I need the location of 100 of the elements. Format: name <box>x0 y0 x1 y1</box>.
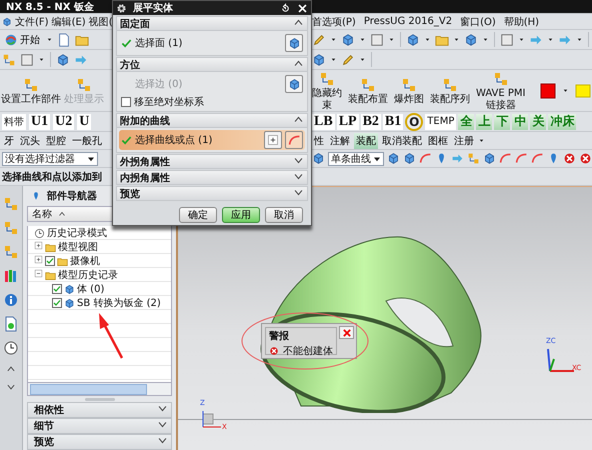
pin-icon <box>31 191 41 201</box>
toolbar-button[interactable]: 一般孔 <box>70 132 104 148</box>
status-prompt: 选择曲线和点以添加到 <box>2 170 102 184</box>
dropdown-icon <box>359 56 366 63</box>
toolbar-button[interactable]: WAVE PMI 链接器 <box>476 70 526 110</box>
selection-button[interactable] <box>285 131 303 149</box>
section-header[interactable]: 内拐角属性 <box>116 170 308 185</box>
menu-item[interactable]: 帮助(H) <box>504 14 540 28</box>
splitter-handle[interactable] <box>84 398 114 400</box>
toolbar-button[interactable]: 牙 <box>2 132 16 148</box>
panel-header[interactable]: 预览 <box>27 434 172 450</box>
curve-icon <box>515 152 528 165</box>
tag-icon <box>574 82 590 98</box>
toolbar-button[interactable]: 中 <box>512 114 528 130</box>
dropdown-icon <box>38 56 45 63</box>
window-icon <box>20 52 34 66</box>
horizontal-scrollbar[interactable] <box>27 382 172 396</box>
tree-item[interactable]: 模型视图 <box>28 240 171 254</box>
window-title: NX 8.5 - NX 钣金 <box>5 0 94 13</box>
parts-icon <box>360 76 376 92</box>
selection-filter-dropdown[interactable]: 没有选择过滤器 <box>2 152 98 166</box>
toolbar-button[interactable]: 上 <box>476 114 492 130</box>
menu-item[interactable]: 文件(F) <box>15 14 49 28</box>
tree-item[interactable]: 体 (0) <box>28 282 171 296</box>
new-file-icon <box>57 32 71 46</box>
panel-header[interactable]: 相依性 <box>27 402 172 418</box>
toolbar-button[interactable]: 冲床 <box>548 114 576 130</box>
toolbar-button[interactable]: 设置工作部件 <box>1 70 61 110</box>
section-header[interactable]: 外拐角属性 <box>116 154 308 169</box>
toolbar-button[interactable]: 全 <box>458 114 474 130</box>
section-header[interactable]: 固定面 <box>116 16 308 31</box>
toolbar-button[interactable]: LP <box>336 114 359 130</box>
toolbar-button[interactable]: 图框 <box>426 132 450 148</box>
dialog-button[interactable]: 取消 <box>265 207 303 223</box>
toolbar-button[interactable]: U1 <box>29 114 50 130</box>
toolbar-button[interactable]: 装配布置 <box>348 70 388 110</box>
section-header[interactable]: 附加的曲线 <box>116 113 308 128</box>
toolbar-button[interactable]: 注册 <box>452 132 476 148</box>
section-header[interactable]: 预览 <box>116 186 308 201</box>
toolbar-button[interactable]: 型腔 <box>44 132 68 148</box>
menu-item[interactable]: 视图( <box>88 14 112 28</box>
tree-item[interactable]: 历史记录模式 <box>28 226 171 240</box>
app-icon <box>2 16 12 26</box>
checkbox[interactable] <box>45 256 55 266</box>
toolbar-button[interactable]: O <box>405 112 424 130</box>
dialog-button[interactable]: 确定 <box>179 207 217 223</box>
toolbar-button[interactable]: U2 <box>53 114 74 130</box>
checkbox[interactable] <box>52 298 62 308</box>
dialog-button[interactable]: 应用 <box>222 207 260 223</box>
section-header[interactable]: 方位 <box>116 57 308 72</box>
dropdown-icon <box>453 36 460 43</box>
toolbar-button[interactable]: TEMP <box>425 114 456 130</box>
selection-button[interactable] <box>285 75 303 93</box>
selection-button[interactable] <box>285 34 303 52</box>
close-button[interactable] <box>339 326 354 339</box>
toolbar-button[interactable]: 注解 <box>328 132 352 148</box>
menu-item[interactable]: 编辑(E) <box>52 14 86 28</box>
toolbar-button[interactable]: 下 <box>494 114 510 130</box>
toolbar-button[interactable]: B1 <box>382 114 404 130</box>
toolbar-button[interactable]: 装配序列 <box>430 70 470 110</box>
toolbar-button[interactable]: 取消装配 <box>380 132 424 148</box>
globe-icon <box>4 32 18 46</box>
menu-item[interactable]: 首选项(P) <box>312 14 356 28</box>
tree-item[interactable]: 模型历史记录 <box>28 268 171 282</box>
window-icon <box>500 32 514 46</box>
menu-item[interactable]: 窗口(O) <box>460 14 496 28</box>
toolbar-button[interactable]: 沉头 <box>18 132 42 148</box>
pencil-icon <box>312 32 326 46</box>
folder-icon <box>45 270 56 280</box>
expand-icon <box>34 255 43 264</box>
tree-item[interactable]: 摄像机 <box>28 254 171 268</box>
navigator-title: 部件导航器 <box>47 189 97 203</box>
add-curve-button[interactable] <box>264 131 282 149</box>
menu-item[interactable]: PressUG 2016_V2 <box>364 16 452 27</box>
annotation-arrow <box>99 313 124 359</box>
dialog-title: 展平实体 <box>133 1 174 15</box>
plus-icon <box>267 134 279 146</box>
dropdown-icon <box>330 56 337 63</box>
toolbar-button[interactable]: B2 <box>360 114 381 130</box>
dropdown-icon <box>518 36 525 43</box>
pencil-icon <box>341 52 355 66</box>
toolbar-button[interactable]: 隐藏约 束 <box>312 70 342 110</box>
close-icon <box>297 2 308 14</box>
toolbar-button[interactable]: 料带 <box>2 114 26 130</box>
tree-item[interactable]: SB 转换为钣金 (2) <box>28 296 171 310</box>
panel-header[interactable]: 细节 <box>27 418 172 434</box>
start-button[interactable]: 开始 <box>2 30 42 48</box>
toolbar-button[interactable]: 装配 <box>354 132 378 148</box>
toolbar-button[interactable]: U <box>77 114 92 130</box>
document-icon <box>3 316 19 332</box>
check-icon <box>121 38 132 48</box>
sort-up-icon <box>58 210 66 218</box>
curve-rule-dropdown[interactable]: 单条曲线 <box>328 152 384 166</box>
toolbar-button[interactable]: 性 <box>312 132 326 148</box>
toolbar-button[interactable]: 关 <box>530 114 546 130</box>
toolbar-button[interactable]: 爆炸图 <box>394 70 424 110</box>
selection-row[interactable]: 选择曲线或点 (1) <box>119 130 305 150</box>
checkbox[interactable] <box>52 284 62 294</box>
checkbox[interactable] <box>121 97 131 107</box>
toolbar-button[interactable]: LB <box>312 114 335 130</box>
